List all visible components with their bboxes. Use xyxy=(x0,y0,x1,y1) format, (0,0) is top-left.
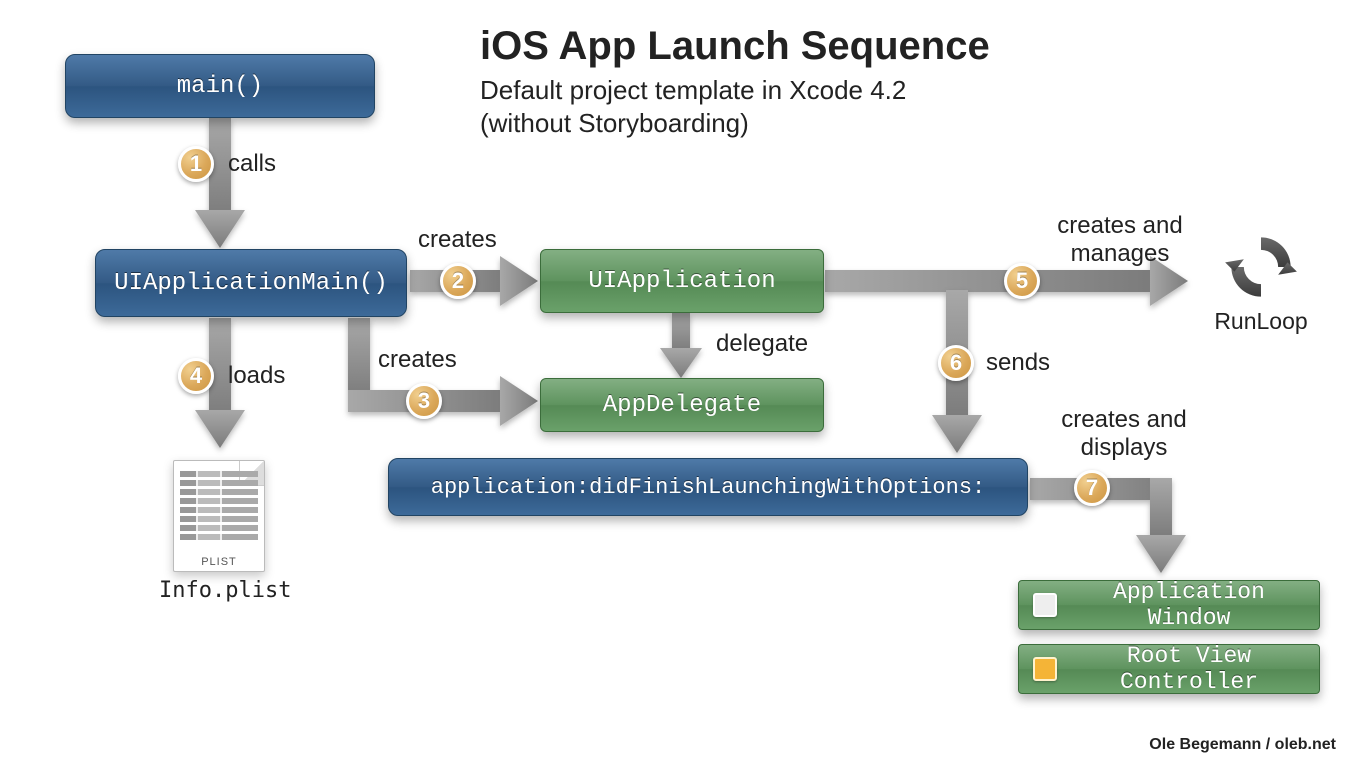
step-5: 5 xyxy=(1004,263,1040,299)
box-uiapplicationmain-label: UIApplicationMain() xyxy=(114,270,388,297)
box-didfinish: application:didFinishLaunchingWithOption… xyxy=(388,458,1028,516)
runloop-glyph xyxy=(1219,228,1303,306)
label-creates-displays: creates and displays xyxy=(1054,406,1194,461)
subtitle-line-1: Default project template in Xcode 4.2 xyxy=(480,75,906,105)
arrow-1 xyxy=(195,118,245,248)
label-loads: loads xyxy=(228,362,285,390)
step-4: 4 xyxy=(178,358,214,394)
runloop-label: RunLoop xyxy=(1206,308,1316,335)
diagram-subtitle: Default project template in Xcode 4.2 (w… xyxy=(480,74,906,139)
diagram-stage: iOS App Launch Sequence Default project … xyxy=(0,0,1358,764)
box-appdelegate: AppDelegate xyxy=(540,378,824,432)
label-calls: calls xyxy=(228,150,276,178)
box-main-label: main() xyxy=(177,73,263,100)
attribution: Ole Begemann / oleb.net xyxy=(1149,736,1336,754)
runloop-icon: RunLoop xyxy=(1206,228,1316,335)
step-2: 2 xyxy=(440,263,476,299)
step-6: 6 xyxy=(938,345,974,381)
label-creates-3: creates xyxy=(378,346,457,374)
box-uiapplication-label: UIApplication xyxy=(588,268,775,295)
label-creates-manages: creates and manages xyxy=(1050,212,1190,267)
diagram-title: iOS App Launch Sequence xyxy=(480,24,990,69)
box-rootvc: Root View Controller xyxy=(1018,644,1320,694)
box-appwindow: Application Window xyxy=(1018,580,1320,630)
label-sends: sends xyxy=(986,349,1050,377)
plist-tag: PLIST xyxy=(174,556,264,568)
label-creates-2: creates xyxy=(418,226,497,254)
appwindow-icon xyxy=(1033,593,1057,617)
subtitle-line-2: (without Storyboarding) xyxy=(480,108,749,138)
box-uiapplicationmain: UIApplicationMain() xyxy=(95,249,407,317)
arrow-delegate xyxy=(660,313,702,378)
plist-file-icon: PLIST Info.plist xyxy=(159,460,279,603)
box-didfinish-label: application:didFinishLaunchingWithOption… xyxy=(431,475,986,500)
label-delegate: delegate xyxy=(716,330,808,358)
step-7: 7 xyxy=(1074,470,1110,506)
plist-page-graphic: PLIST xyxy=(173,460,265,572)
step-1: 1 xyxy=(178,146,214,182)
box-appdelegate-label: AppDelegate xyxy=(603,392,761,419)
box-uiapplication: UIApplication xyxy=(540,249,824,313)
plist-filename: Info.plist xyxy=(159,578,279,603)
step-3: 3 xyxy=(406,383,442,419)
box-appwindow-label: Application Window xyxy=(1073,579,1305,631)
box-main: main() xyxy=(65,54,375,118)
rootvc-icon xyxy=(1033,657,1057,681)
box-rootvc-label: Root View Controller xyxy=(1073,643,1305,695)
